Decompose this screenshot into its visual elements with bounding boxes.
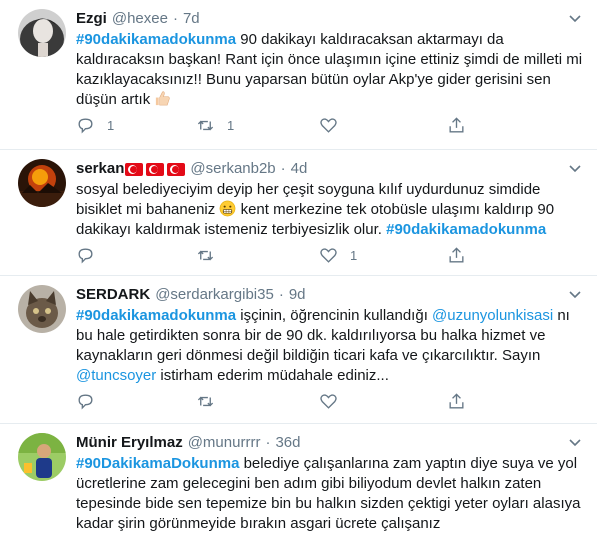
- user-handle[interactable]: @munurrrr: [188, 433, 261, 453]
- reply-button[interactable]: [76, 391, 107, 411]
- display-name[interactable]: SERDARK: [76, 285, 150, 305]
- separator-dot: ·: [265, 434, 271, 451]
- retweet-icon: [197, 250, 214, 260]
- tweet-header: Ezgi @hexee · 7d: [76, 9, 583, 29]
- tweet-text: sosyal belediyeciyim deyip her çeşit soy…: [76, 181, 555, 238]
- user-handle[interactable]: @serdarkargibi35: [155, 285, 274, 305]
- reply-icon: [78, 247, 93, 263]
- turkey-flag-icon: [146, 162, 165, 176]
- avatar[interactable]: [18, 159, 66, 207]
- tweet-header: SERDARK @serdarkargibi35 · 9d: [76, 285, 583, 305]
- retweet-count: 1: [227, 117, 235, 133]
- timestamp[interactable]: 4d: [291, 159, 308, 179]
- retweet-icon: [197, 120, 214, 130]
- hashtag-link[interactable]: #90dakikamadokunma: [386, 221, 546, 238]
- reply-icon: [78, 117, 93, 133]
- mention-link[interactable]: @uzunyolunkisasi: [432, 307, 553, 324]
- retweet-button[interactable]: 1: [196, 115, 234, 135]
- chevron-down-icon[interactable]: [567, 12, 583, 26]
- avatar[interactable]: [18, 433, 66, 481]
- display-name[interactable]: Ezgi: [76, 9, 107, 29]
- tweet-ezgi[interactable]: Ezgi @hexee · 7d #90dakikamadokunma 90 d…: [0, 0, 597, 150]
- tweet-munir[interactable]: Münir Eryılmaz @munurrrr · 36d #90Dakika…: [0, 424, 597, 542]
- retweet-button[interactable]: [196, 245, 227, 265]
- hashtag-link[interactable]: #90dakikamadokunma: [76, 307, 236, 324]
- tweet-feed: Ezgi @hexee · 7d #90dakikamadokunma 90 d…: [0, 0, 597, 542]
- display-name[interactable]: serkan: [76, 159, 124, 179]
- timestamp[interactable]: 9d: [289, 285, 306, 305]
- grimacing-face-emoji: [220, 200, 236, 217]
- reply-button[interactable]: 1: [76, 115, 114, 135]
- display-name[interactable]: Münir Eryılmaz: [76, 433, 183, 453]
- tweet-text: #90DakikamaDokunma belediye çalışanların…: [76, 455, 581, 532]
- share-icon: [449, 116, 464, 133]
- tweet-header: serkan @serkanb2b · 4d: [76, 159, 583, 179]
- tweet-text: #90dakikamadokunma işçinin, öğrencinin k…: [76, 307, 570, 384]
- user-handle[interactable]: @hexee: [112, 9, 168, 29]
- chevron-down-icon[interactable]: [567, 288, 583, 302]
- user-handle[interactable]: @serkanb2b: [190, 159, 275, 179]
- like-button[interactable]: [319, 391, 350, 411]
- chevron-down-icon[interactable]: [567, 162, 583, 176]
- separator-dot: ·: [280, 160, 286, 177]
- retweet-button[interactable]: [196, 391, 227, 411]
- name-flags: [125, 162, 186, 176]
- separator-dot: ·: [172, 10, 178, 27]
- share-button[interactable]: [447, 391, 466, 411]
- avatar-image: [18, 159, 66, 207]
- share-button[interactable]: [447, 245, 466, 265]
- hashtag-link[interactable]: #90DakikamaDokunma: [76, 455, 239, 472]
- share-button[interactable]: [447, 115, 466, 135]
- turkey-flag-icon: [125, 162, 144, 176]
- like-button[interactable]: [319, 115, 350, 135]
- tweet-header: Münir Eryılmaz @munurrrr · 36d: [76, 433, 583, 453]
- timestamp[interactable]: 7d: [183, 9, 200, 29]
- turkey-flag-icon: [167, 162, 186, 176]
- reply-count: 1: [107, 117, 115, 133]
- tweet-text: #90dakikamadokunma 90 dakikayı kaldıraca…: [76, 31, 583, 108]
- reply-icon: [78, 393, 93, 409]
- tweet-serdark[interactable]: SERDARK @serdarkargibi35 · 9d #90dakikam…: [0, 276, 597, 424]
- retweet-icon: [197, 396, 214, 406]
- mention-link[interactable]: @tuncsoyer: [76, 367, 156, 384]
- hashtag-link[interactable]: #90dakikamadokunma: [76, 31, 236, 48]
- timestamp[interactable]: 36d: [275, 433, 300, 453]
- like-button[interactable]: 1: [319, 245, 357, 265]
- avatar-image: [18, 9, 66, 57]
- reply-button[interactable]: [76, 245, 107, 265]
- avatar[interactable]: [18, 285, 66, 333]
- like-icon: [320, 247, 337, 263]
- tweet-serkan[interactable]: serkan @serkanb2b · 4d sosyal belediyeci…: [0, 150, 597, 276]
- separator-dot: ·: [278, 286, 284, 303]
- avatar-image: [18, 433, 66, 481]
- like-icon: [320, 393, 337, 409]
- avatar[interactable]: [18, 9, 66, 57]
- chevron-down-icon[interactable]: [567, 436, 583, 450]
- avatar-image: [18, 285, 66, 333]
- like-count: 1: [350, 247, 358, 263]
- like-icon: [320, 117, 337, 133]
- share-icon: [449, 246, 464, 263]
- thumbs-up-emoji: [156, 91, 171, 106]
- share-icon: [449, 392, 464, 409]
